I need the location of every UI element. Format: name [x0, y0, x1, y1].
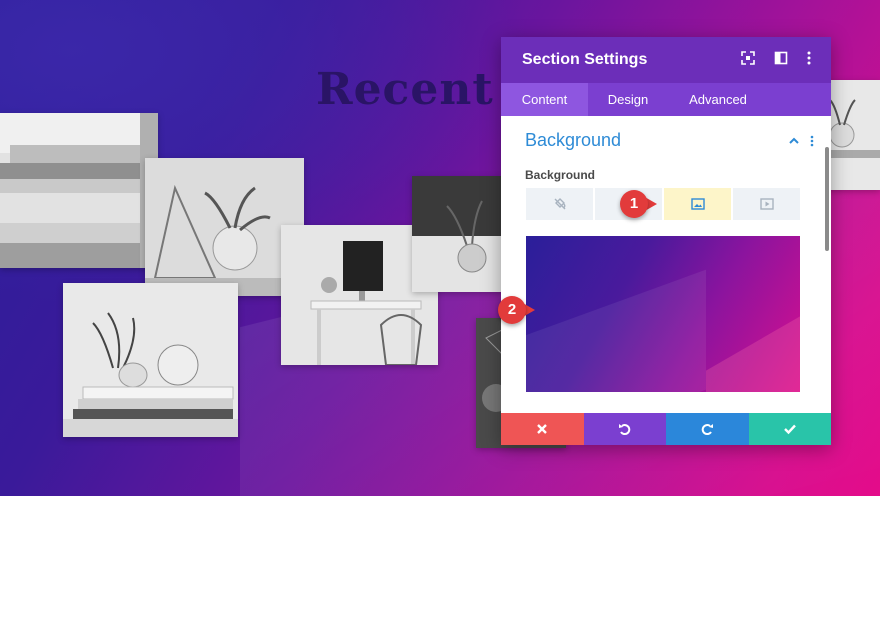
panel-tabs: Content Design Advanced — [501, 83, 831, 116]
redo-button[interactable] — [666, 413, 749, 445]
more-options-icon[interactable] — [806, 51, 822, 67]
panel-body: Background Background — [501, 116, 831, 413]
preview-shape-accent — [706, 301, 800, 392]
tab-design[interactable]: Design — [588, 83, 668, 116]
undo-button[interactable] — [583, 413, 666, 445]
undo-icon — [618, 424, 631, 436]
close-icon — [537, 424, 548, 434]
tab-content[interactable]: Content — [501, 83, 588, 116]
panel-footer — [501, 413, 831, 445]
no-background-icon — [554, 198, 565, 210]
background-preview[interactable] — [526, 236, 800, 392]
panel-title: Section Settings — [522, 51, 648, 68]
check-icon — [783, 424, 796, 435]
panel-header: Section Settings — [501, 37, 831, 83]
split-view-icon[interactable] — [774, 51, 790, 67]
fullscreen-icon[interactable] — [741, 51, 757, 67]
cancel-button[interactable] — [501, 413, 584, 445]
photo-books — [0, 113, 158, 268]
section-options-icon[interactable] — [809, 134, 823, 148]
background-video-button[interactable] — [733, 188, 800, 220]
panel-scrollbar[interactable] — [825, 147, 829, 251]
save-button[interactable] — [748, 413, 831, 445]
background-type-selector — [526, 188, 800, 220]
background-image-button[interactable] — [664, 188, 731, 220]
background-section-title[interactable]: Background — [525, 130, 621, 151]
photo-plant — [412, 176, 512, 292]
callout-2: 2 — [498, 296, 526, 324]
image-icon — [690, 198, 705, 210]
video-icon — [759, 198, 774, 210]
preview-shape — [526, 269, 706, 392]
redo-icon — [701, 424, 714, 436]
callout-1: 1 — [620, 190, 648, 218]
chevron-up-icon[interactable] — [788, 134, 802, 148]
photo-vase — [63, 283, 238, 437]
background-none-button[interactable] — [526, 188, 593, 220]
background-field-label: Background — [525, 168, 596, 182]
section-settings-panel: Section Settings Content Design Advanced… — [501, 37, 831, 445]
tab-advanced[interactable]: Advanced — [668, 83, 768, 116]
